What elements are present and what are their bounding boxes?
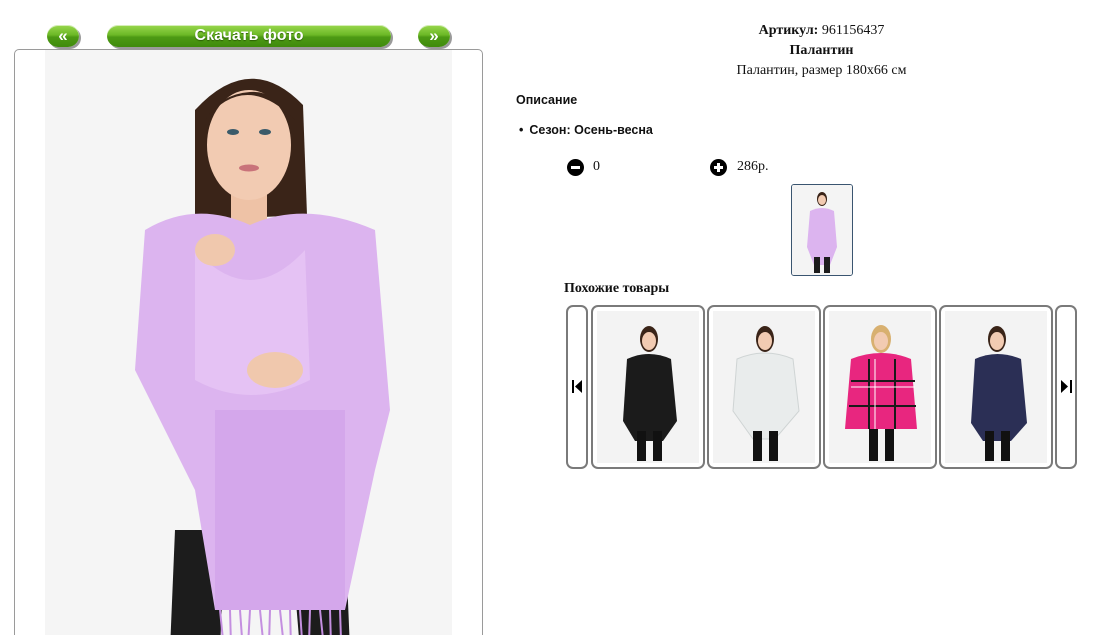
prev-photo-button[interactable]: « <box>47 25 79 47</box>
similar-product-image <box>945 311 1047 463</box>
photo-thumbnail[interactable] <box>791 184 853 276</box>
minus-circle-icon[interactable] <box>567 159 584 176</box>
season-text: Сезон: Осень-весна <box>529 123 653 137</box>
thumbnail-image <box>792 185 852 275</box>
similar-product-image <box>713 311 815 463</box>
main-product-photo[interactable] <box>45 50 452 635</box>
next-photo-label: » <box>429 26 439 45</box>
description-title: Описание <box>516 93 578 107</box>
skip-back-icon <box>572 380 582 393</box>
similar-product-card[interactable] <box>591 305 705 469</box>
season-item: • Сезон: Осень-весна <box>519 123 653 137</box>
similar-product-card[interactable] <box>939 305 1053 469</box>
prev-photo-label: « <box>58 26 68 45</box>
similar-product-image <box>597 311 699 463</box>
product-subtitle: Палантин, размер 180х66 см <box>736 63 907 78</box>
product-name: Палантин <box>789 43 854 58</box>
sku-label: Артикул: <box>758 23 819 38</box>
bullet-icon: • <box>519 123 524 137</box>
sku-value: 961156437 <box>821 23 885 38</box>
similar-products-title: Похожие товары <box>564 281 670 296</box>
similar-product-image <box>829 311 931 463</box>
download-photo-button[interactable]: Скачать фото <box>107 25 391 47</box>
carousel-next-button[interactable] <box>1055 305 1077 469</box>
product-info: Артикул: 961156437 Палантин Палантин, ра… <box>520 21 1112 81</box>
similar-product-card[interactable] <box>823 305 937 469</box>
similar-product-card[interactable] <box>707 305 821 469</box>
plus-circle-icon[interactable] <box>710 159 727 176</box>
download-photo-label: Скачать фото <box>194 27 304 44</box>
carousel-prev-button[interactable] <box>566 305 588 469</box>
next-photo-button[interactable]: » <box>418 25 450 47</box>
main-photo-frame <box>14 49 483 635</box>
model-with-scarf-illustration <box>45 50 452 635</box>
sku-line: Артикул: 961156437 <box>520 21 1112 41</box>
price-value: 286р. <box>737 159 769 174</box>
quantity-value: 0 <box>593 159 600 174</box>
skip-forward-icon <box>1061 380 1072 393</box>
